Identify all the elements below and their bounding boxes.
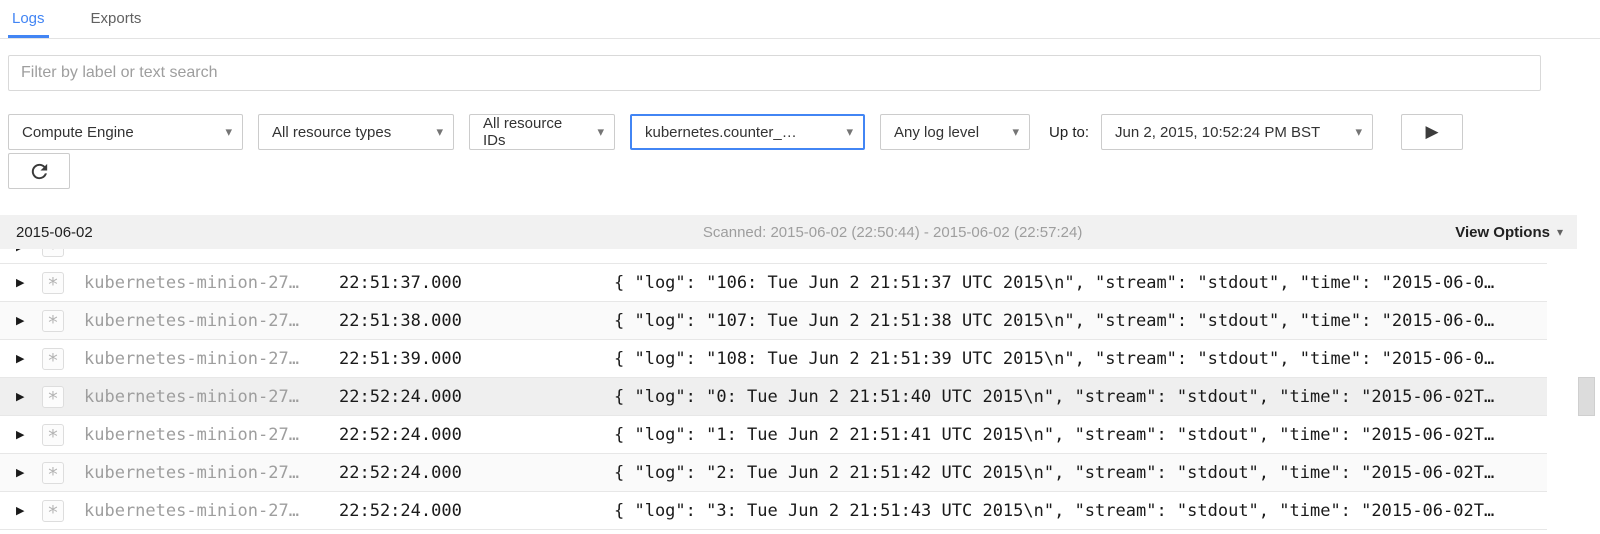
log-level-icon[interactable]: *: [42, 500, 64, 522]
log-timestamp: 22:51:37.000: [339, 273, 614, 293]
tab-logs[interactable]: Logs: [8, 0, 49, 38]
tab-exports[interactable]: Exports: [87, 0, 146, 38]
resource-types-dropdown-label: All resource types: [272, 124, 391, 141]
view-options-label: View Options: [1455, 224, 1550, 241]
date-heading: 2015-06-02: [0, 224, 330, 241]
log-source-name: kubernetes-minion-27…: [84, 425, 339, 445]
log-row[interactable]: ▶ * kubernetes-minion-27… 22:52:24.000 {…: [0, 492, 1547, 530]
log-payload: { "log": "106: Tue Jun 2 21:51:37 UTC 20…: [614, 273, 1547, 293]
refresh-row: [8, 153, 1600, 189]
log-payload: { "log": "108: Tue Jun 2 21:51:39 UTC 20…: [614, 349, 1547, 369]
expand-arrow-icon[interactable]: ▶: [16, 466, 42, 479]
log-timestamp: 22:52:24.000: [339, 463, 614, 483]
log-row[interactable]: ▶ * kubernetes-minion-27… 22:51:38.000 {…: [0, 302, 1547, 340]
log-level-icon[interactable]: *: [42, 424, 64, 446]
resource-ids-dropdown[interactable]: All resource IDs ▾: [469, 114, 615, 150]
log-name-dropdown-label: kubernetes.counter_…: [645, 124, 797, 141]
log-list-header: 2015-06-02 Scanned: 2015-06-02 (22:50:44…: [0, 215, 1577, 249]
log-timestamp: 22:52:24.000: [339, 425, 614, 445]
log-list: ▶ * ▶ * kubernetes-minion-27… 22:51:37.0…: [0, 249, 1600, 530]
expand-arrow-icon[interactable]: ▶: [16, 428, 42, 441]
log-rows: ▶ * kubernetes-minion-27… 22:51:37.000 {…: [0, 264, 1547, 530]
log-level-dropdown-label: Any log level: [894, 124, 979, 141]
refresh-button[interactable]: [8, 153, 70, 189]
log-row[interactable]: ▶ * kubernetes-minion-27… 22:52:24.000 {…: [0, 454, 1547, 492]
log-level-icon[interactable]: *: [42, 348, 64, 370]
expand-arrow-icon[interactable]: ▶: [16, 276, 42, 289]
log-level-icon[interactable]: *: [42, 249, 64, 257]
chevron-down-icon: ▾: [436, 124, 443, 140]
resource-types-dropdown[interactable]: All resource types ▾: [258, 114, 454, 150]
play-icon: ▶: [1425, 122, 1438, 142]
up-to-label: Up to:: [1049, 124, 1089, 141]
chevron-down-icon: ▾: [1012, 124, 1019, 140]
refresh-icon: [28, 160, 51, 183]
expand-arrow-icon[interactable]: ▶: [16, 249, 42, 253]
log-timestamp: 22:52:24.000: [339, 501, 614, 521]
tab-bar: Logs Exports: [0, 0, 1600, 39]
log-source-name: kubernetes-minion-27…: [84, 311, 339, 331]
service-dropdown[interactable]: Compute Engine ▾: [8, 114, 243, 150]
log-timestamp: 22:51:39.000: [339, 349, 614, 369]
log-level-icon[interactable]: *: [42, 386, 64, 408]
log-source-name: kubernetes-minion-27…: [84, 273, 339, 293]
view-options-button[interactable]: View Options ▾: [1455, 224, 1577, 241]
datetime-dropdown[interactable]: Jun 2, 2015, 10:52:24 PM BST ▾: [1101, 114, 1373, 150]
log-name-dropdown[interactable]: kubernetes.counter_… ▾: [630, 114, 865, 150]
log-row[interactable]: ▶ * kubernetes-minion-27… 22:51:39.000 {…: [0, 340, 1547, 378]
chevron-down-icon: ▾: [1356, 124, 1363, 140]
log-row[interactable]: ▶ * kubernetes-minion-27… 22:52:24.000 {…: [0, 378, 1547, 416]
log-payload: { "log": "2: Tue Jun 2 21:51:42 UTC 2015…: [614, 463, 1547, 483]
log-source-name: kubernetes-minion-27…: [84, 349, 339, 369]
chevron-down-icon: ▾: [846, 124, 853, 140]
log-source-name: kubernetes-minion-27…: [84, 387, 339, 407]
vertical-scrollbar-thumb[interactable]: [1578, 377, 1595, 416]
log-payload: { "log": "1: Tue Jun 2 21:51:41 UTC 2015…: [614, 425, 1547, 445]
filter-bar: [8, 55, 1541, 91]
log-row[interactable]: ▶ * kubernetes-minion-27… 22:52:24.000 {…: [0, 416, 1547, 454]
scanned-range-label: Scanned: 2015-06-02 (22:50:44) - 2015-06…: [330, 224, 1455, 241]
expand-arrow-icon[interactable]: ▶: [16, 314, 42, 327]
log-level-icon[interactable]: *: [42, 310, 64, 332]
play-button[interactable]: ▶: [1401, 114, 1463, 150]
log-timestamp: 22:52:24.000: [339, 387, 614, 407]
chevron-down-icon: ▾: [1557, 225, 1563, 239]
filter-input[interactable]: [8, 55, 1541, 91]
toolbar: Compute Engine ▾ All resource types ▾ Al…: [8, 114, 1600, 150]
expand-arrow-icon[interactable]: ▶: [16, 504, 42, 517]
log-level-icon[interactable]: *: [42, 272, 64, 294]
log-level-dropdown[interactable]: Any log level ▾: [880, 114, 1030, 150]
log-payload: { "log": "107: Tue Jun 2 21:51:38 UTC 20…: [614, 311, 1547, 331]
service-dropdown-label: Compute Engine: [22, 124, 134, 141]
resource-ids-dropdown-label: All resource IDs: [483, 115, 583, 149]
chevron-down-icon: ▾: [225, 124, 232, 140]
datetime-dropdown-label: Jun 2, 2015, 10:52:24 PM BST: [1115, 124, 1320, 141]
log-source-name: kubernetes-minion-27…: [84, 501, 339, 521]
log-payload: { "log": "0: Tue Jun 2 21:51:40 UTC 2015…: [614, 387, 1547, 407]
log-timestamp: 22:51:38.000: [339, 311, 614, 331]
expand-arrow-icon[interactable]: ▶: [16, 390, 42, 403]
log-row[interactable]: ▶ * kubernetes-minion-27… 22:51:37.000 {…: [0, 264, 1547, 302]
log-payload: { "log": "3: Tue Jun 2 21:51:43 UTC 2015…: [614, 501, 1547, 521]
log-level-icon[interactable]: *: [42, 462, 64, 484]
log-source-name: kubernetes-minion-27…: [84, 463, 339, 483]
expand-arrow-icon[interactable]: ▶: [16, 352, 42, 365]
partially-scrolled-row: ▶ *: [0, 249, 1547, 264]
chevron-down-icon: ▾: [597, 124, 604, 140]
